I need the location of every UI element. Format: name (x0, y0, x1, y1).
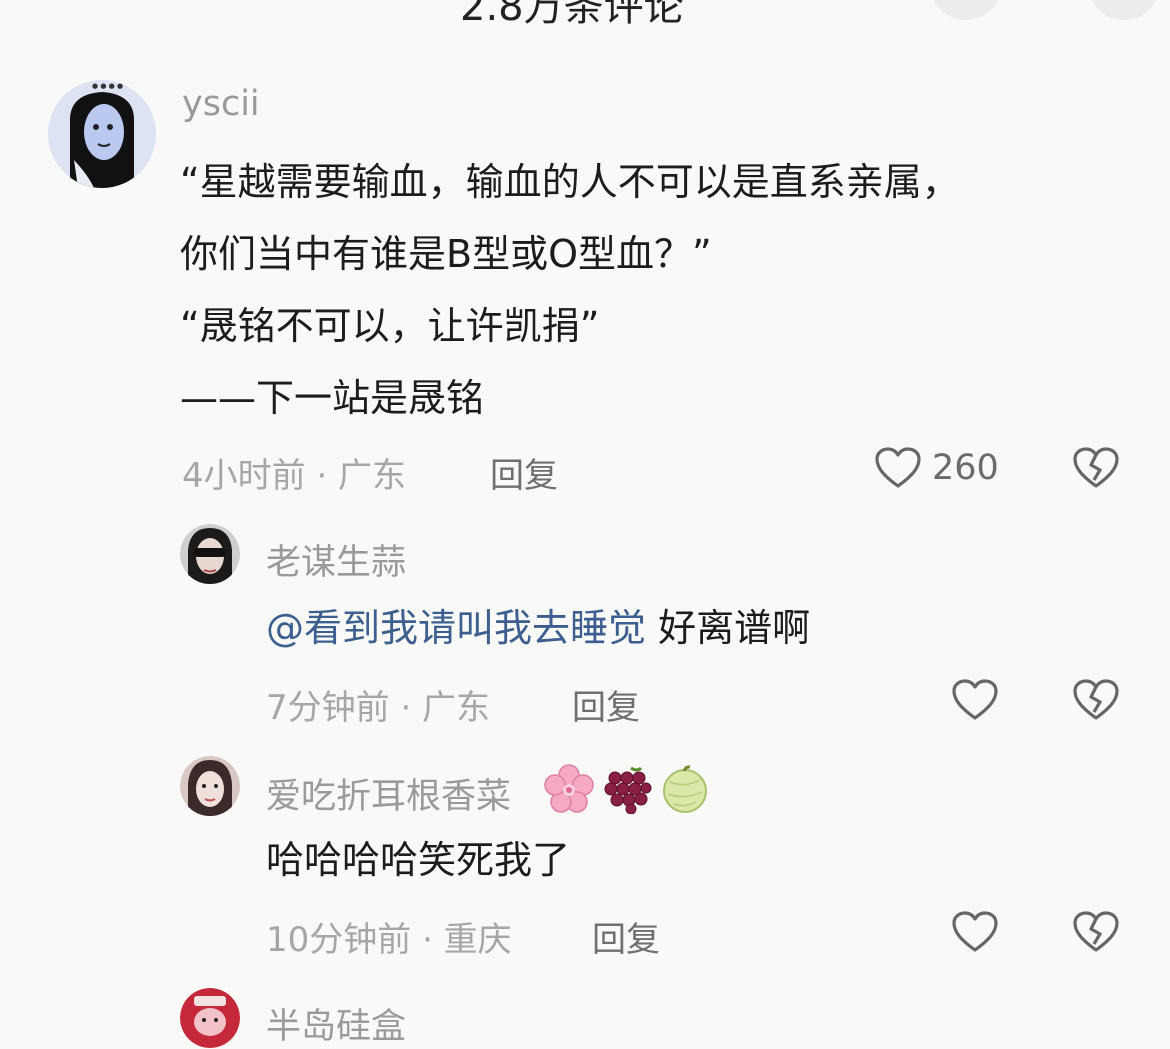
comment-username[interactable]: 老谋生蒜 (266, 534, 406, 585)
avatar[interactable] (180, 756, 240, 816)
user-mention-link[interactable]: @看到我请叫我去睡觉 (266, 606, 646, 650)
heart-icon[interactable] (874, 446, 922, 490)
reply-button[interactable]: 回复 (592, 912, 660, 961)
comments-count-title: 2.8万条评论 (460, 0, 684, 30)
avatar[interactable] (180, 988, 240, 1048)
comment-text-line: ——下一站是晟铭 (180, 376, 485, 420)
heart-icon[interactable] (951, 910, 999, 954)
reply-button[interactable]: 回复 (572, 680, 640, 729)
comment-meta: 7分钟前 · 广东 (266, 688, 491, 728)
comment-username[interactable]: 爱吃折耳根香菜 (266, 768, 511, 819)
comment-text-content: 好离谱啊 (646, 606, 811, 650)
comment-meta: 4小时前 · 广东 (182, 456, 407, 496)
cherry-blossom-emoji (544, 764, 594, 813)
comment-text-line: 你们当中有谁是B型或O型血？” (180, 232, 712, 276)
header-action-button[interactable] (930, 0, 1002, 20)
comment-username[interactable]: yscii (182, 84, 260, 124)
dislike-broken-heart-icon[interactable] (1072, 910, 1120, 954)
comment-meta: 10分钟前 · 重庆 (266, 920, 512, 960)
dislike-broken-heart-icon[interactable] (1072, 446, 1120, 490)
comment-text: @看到我请叫我去睡觉 好离谱啊 (266, 592, 810, 664)
comment-username[interactable]: 半岛硅盒 (266, 998, 406, 1049)
reply-button[interactable]: 回复 (490, 448, 558, 497)
close-button[interactable] (1088, 0, 1160, 20)
avatar[interactable] (180, 524, 240, 584)
comment-text-line: “星越需要输血，输血的人不可以是直系亲属， (180, 160, 960, 204)
comment-text-line: “晟铭不可以，让许凯捐” (180, 304, 600, 348)
avatar[interactable]: ● ● ● ● (48, 80, 156, 188)
grapes-emoji (604, 766, 652, 814)
comment-text: 哈哈哈哈笑死我了 (266, 838, 571, 882)
comments-header: 2.8万条评论 (0, 0, 1170, 30)
heart-icon[interactable] (951, 678, 999, 722)
dislike-broken-heart-icon[interactable] (1072, 678, 1120, 722)
melon-emoji (663, 765, 707, 813)
like-count: 260 (932, 448, 999, 488)
svg-text:● ● ● ●: ● ● ● ● (92, 82, 123, 90)
